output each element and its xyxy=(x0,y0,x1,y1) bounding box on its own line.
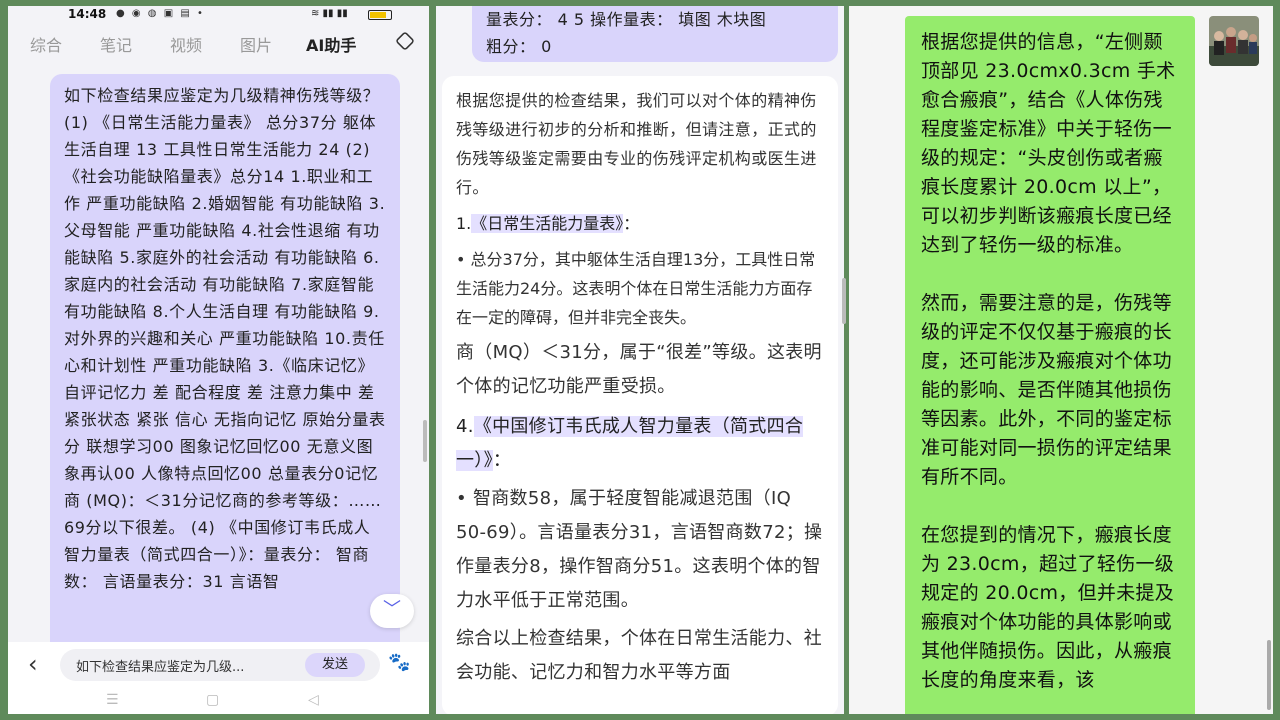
tab-all[interactable]: 综合 xyxy=(30,32,62,56)
memory-result: 商（MQ）＜31分，属于“很差”等级。这表明个体的记忆功能严重受损。 xyxy=(456,342,822,397)
menu-icon[interactable]: ☰ xyxy=(106,692,119,708)
section-colon: ： xyxy=(492,450,512,471)
signal-icons: ≋ ▮▮ ▮▮ xyxy=(311,8,348,19)
reply-paragraph: 根据您提供的信息，“左侧颞顶部见 23.0cmx0.3cm 手术愈合瘢痕”，结合… xyxy=(921,31,1176,256)
bullet-item: • 智商数58，属于轻度智能减退范围（IQ 50-69）。言语量表分31，言语智… xyxy=(456,488,823,611)
system-nav-bar: ☰ ▢ ◁ xyxy=(8,688,429,714)
notification-icons: ● ◉ ◍ ▣ ▤ • xyxy=(116,8,205,19)
answer-intro: 根据您提供的检查结果，我们可以对个体的精神伤残等级进行初步的分析和推断，但请注意… xyxy=(456,91,817,197)
question-tail-line: 量表分： 4 5 操作量表： 填图 木块图 xyxy=(486,10,767,29)
section-heading: 4.《中国修订韦氏成人智力量表（简式四合一）》： xyxy=(456,410,824,478)
chat-reply-panel: 根据您提供的信息，“左侧颞顶部见 23.0cmx0.3cm 手术愈合瘢痕”，结合… xyxy=(849,6,1273,714)
status-bar: 14:48 ● ◉ ◍ ▣ ▤ • ≋ ▮▮ ▮▮ xyxy=(8,6,429,24)
section-title: 《日常生活能力量表》 xyxy=(471,214,624,233)
bullet-text: 智商数58，属于轻度智能减退范围（IQ 50-69）。言语量表分31，言语智商数… xyxy=(456,488,823,611)
tab-video[interactable]: 视频 xyxy=(170,32,202,56)
tab-notes[interactable]: 笔记 xyxy=(100,32,132,56)
user-question-bubble: 如下检查结果应鉴定为几级精神伤残等级？ (1) 《日常生活能力量表》 总分37分… xyxy=(50,74,400,674)
section-number: 1. xyxy=(456,214,472,233)
reply-bubble: 根据您提供的信息，“左侧颞顶部见 23.0cmx0.3cm 手术愈合瘢痕”，结合… xyxy=(905,16,1195,714)
section-colon: ： xyxy=(623,214,640,233)
message-input-text: 如下检查结果应鉴定为几级... xyxy=(76,660,245,675)
reply-paragraph: 在您提到的情况下，瘢痕长度为 23.0cm，超过了轻伤一级规定的 20.0cm，… xyxy=(921,524,1175,691)
avatar[interactable] xyxy=(1209,16,1259,66)
reply-paragraph: 然而，需要注意的是，伤残等级的评定不仅仅基于瘢痕的长度，还可能涉及瘢痕对个体功能… xyxy=(921,292,1172,488)
section-heading: 1.《日常生活能力量表》： xyxy=(456,210,824,237)
paw-icon[interactable]: 🐾 xyxy=(388,652,410,673)
answer-card: 根据您提供的检查结果，我们可以对个体的精神伤残等级进行初步的分析和推断，但请注意… xyxy=(442,76,838,714)
bullet-item: • 总分37分，其中躯体生活自理13分，工具性日常生活能力24分。这表明个体在日… xyxy=(456,250,816,327)
question-tail-line: 粗分： 0 xyxy=(486,37,552,56)
chevron-down-icon: ﹀ xyxy=(383,599,401,620)
cube-icon[interactable] xyxy=(395,31,415,51)
input-bar: ‹ 如下检查结果应鉴定为几级... 发送 🐾 xyxy=(8,642,429,688)
tab-bar: 综合 笔记 视频 图片 AI助手 xyxy=(8,26,429,60)
scroll-down-button[interactable]: ﹀ xyxy=(370,594,414,628)
section-number: 4. xyxy=(456,416,474,437)
answer-summary: 综合以上检查结果，个体在日常生活能力、社会功能、记忆力和智力水平等方面 xyxy=(456,628,822,683)
scrollbar[interactable] xyxy=(842,278,846,324)
bullet-text: 总分37分，其中躯体生活自理13分，工具性日常生活能力24分。这表明个体在日常生… xyxy=(456,250,816,327)
question-tail-bubble: 量表分： 4 5 操作量表： 填图 木块图 粗分： 0 xyxy=(472,6,838,62)
status-time: 14:48 xyxy=(68,7,107,21)
tab-images[interactable]: 图片 xyxy=(240,32,272,56)
user-question-text: 如下检查结果应鉴定为几级精神伤残等级？ (1) 《日常生活能力量表》 总分37分… xyxy=(64,86,386,591)
send-button[interactable]: 发送 xyxy=(305,653,365,677)
ai-chat-panel: 14:48 ● ◉ ◍ ▣ ▤ • ≋ ▮▮ ▮▮ 综合 笔记 视频 图片 AI… xyxy=(8,6,429,714)
tab-ai-assistant[interactable]: AI助手 xyxy=(306,32,356,56)
battery-icon xyxy=(368,10,392,20)
message-input[interactable]: 如下检查结果应鉴定为几级... 发送 xyxy=(60,649,380,681)
ai-answer-panel: 量表分： 4 5 操作量表： 填图 木块图 粗分： 0 根据您提供的检查结果，我… xyxy=(436,6,844,714)
scrollbar[interactable] xyxy=(1267,640,1271,710)
back-icon[interactable]: ‹ xyxy=(28,650,38,678)
scrollbar[interactable] xyxy=(423,420,427,462)
home-icon[interactable]: ▢ xyxy=(206,692,219,708)
back-nav-icon[interactable]: ◁ xyxy=(308,692,319,708)
